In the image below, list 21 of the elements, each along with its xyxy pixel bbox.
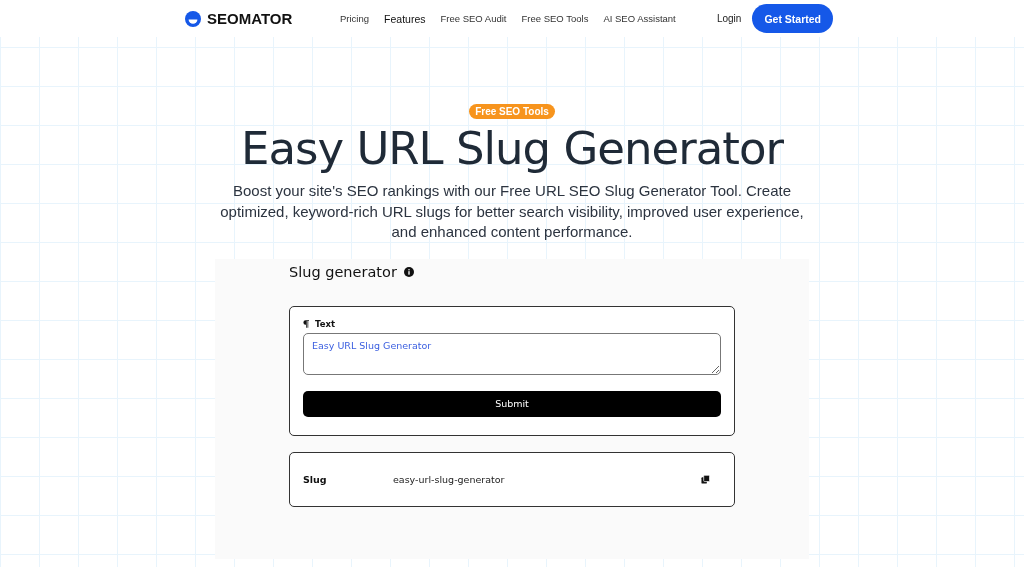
submit-button[interactable]: Submit <box>303 390 721 417</box>
get-started-button[interactable]: Get Started <box>752 4 833 33</box>
nav-link[interactable]: Free SEO Audit <box>440 12 507 25</box>
nav-link[interactable]: AI SEO Assistant <box>603 12 676 25</box>
brand-name: SEOMATOR <box>207 10 293 27</box>
copy-icon[interactable] <box>701 474 710 484</box>
text-input-field[interactable]: Easy URL Slug Generator <box>303 332 721 375</box>
info-icon <box>403 266 414 277</box>
tool-title: Slug generator <box>289 263 397 280</box>
logo-icon <box>185 10 201 27</box>
nav-link[interactable]: Free SEO Tools <box>521 12 589 25</box>
result-label: Slug <box>303 473 328 485</box>
page-subtitle: Boost your site's SEO rankings with our Free URL SEO Slug Generator Tool. Create optimized, keyword-rich URL slugs for better search visibility, improved user experience, and enhanced content performance. <box>219 181 805 242</box>
page-title: Easy URL Slug Generator <box>241 123 783 175</box>
login-link[interactable]: Login <box>716 13 742 24</box>
slug-value: easy-url-slug-generator <box>393 473 506 485</box>
field-label: Text <box>315 318 335 329</box>
tag-badge: Free SEO Tools <box>469 104 555 119</box>
nav-link[interactable]: Pricing <box>340 12 370 25</box>
nav-link[interactable]: Features <box>384 12 426 25</box>
pilcrow-icon <box>303 319 309 328</box>
